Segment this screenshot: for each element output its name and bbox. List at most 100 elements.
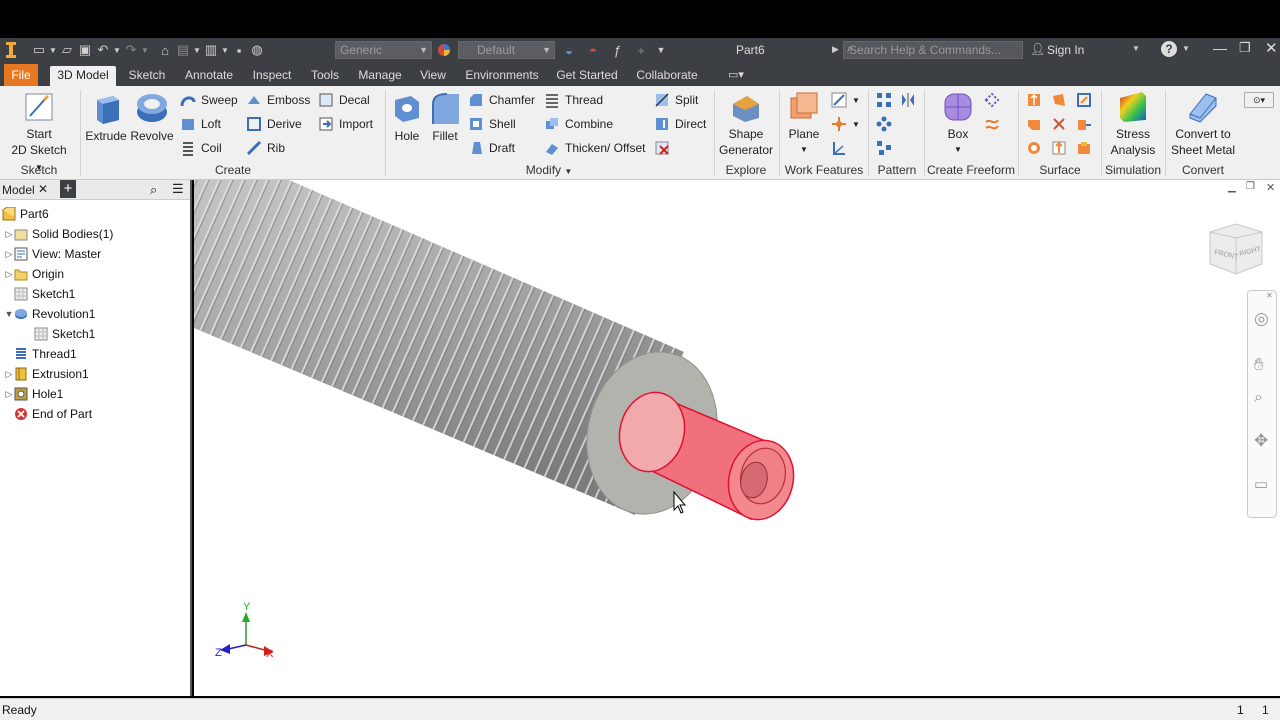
box-freeform-button[interactable]: Box ▼ — [936, 90, 980, 158]
expand-icon[interactable]: ▷ — [4, 229, 14, 240]
tree-item-hole1[interactable]: ▷ Hole1 — [4, 384, 64, 404]
browser-tab-model[interactable]: Model — [2, 183, 35, 197]
tree-item-revolution1[interactable]: ▼ Revolution1 — [4, 304, 96, 324]
close-icon[interactable]: ✕ — [1266, 181, 1275, 194]
help-dropdown-icon[interactable]: ▼ — [1182, 44, 1190, 53]
help-icon[interactable]: ? — [1161, 41, 1177, 57]
panel-label-modify[interactable]: Modify ▼ — [389, 163, 709, 177]
rectangular-pattern-button[interactable] — [876, 90, 892, 110]
edit-freeform-button[interactable] — [984, 114, 1000, 134]
mirror-button[interactable] — [900, 90, 916, 110]
plane-button[interactable]: Plane ▼ — [783, 90, 825, 158]
tab-tools[interactable]: Tools — [304, 66, 346, 86]
expand-icon[interactable]: ▷ — [4, 249, 14, 260]
sketch-pattern-button[interactable] — [876, 138, 892, 158]
appearance-icon[interactable] — [437, 43, 451, 57]
view-cube[interactable]: FRONT RIGHT — [1206, 220, 1266, 280]
search-input[interactable]: ⌕ Search Help & Commands... — [843, 41, 1023, 59]
shapes-icon[interactable]: ▪ — [230, 41, 248, 59]
open-icon[interactable]: ▱ — [58, 41, 76, 59]
revolve-button[interactable]: Revolve — [130, 90, 174, 144]
draft-button[interactable]: Draft — [468, 138, 515, 158]
look-at-icon[interactable]: ▭ — [1254, 475, 1268, 493]
thread-button[interactable]: Thread — [544, 90, 603, 110]
combine-button[interactable]: Combine — [544, 114, 613, 134]
restore-icon[interactable]: ❐ — [1246, 181, 1255, 192]
update-dropdown-icon[interactable]: ▼ — [192, 41, 202, 59]
tab-get-started[interactable]: Get Started — [552, 66, 622, 86]
sign-in-link[interactable]: Sign In — [1047, 43, 1084, 57]
update-icon[interactable]: ▤ — [174, 41, 192, 59]
tab-manage[interactable]: Manage — [354, 66, 406, 86]
select-icon[interactable]: ▥ — [202, 41, 220, 59]
undo-dropdown-icon[interactable]: ▼ — [112, 41, 122, 59]
app-logo-icon[interactable] — [4, 41, 18, 59]
clear-override-icon[interactable]: ◓ — [584, 41, 602, 59]
undo-icon[interactable]: ↶ — [94, 41, 112, 59]
fx-icon[interactable]: ƒ — [608, 41, 626, 59]
point-button[interactable]: ▼ — [831, 114, 860, 134]
loft-button[interactable]: Loft — [180, 114, 221, 134]
decal-button[interactable]: Decal — [318, 90, 370, 110]
trim-button[interactable] — [1051, 114, 1067, 134]
replace-face-button[interactable] — [1051, 138, 1067, 158]
globe-icon[interactable]: ◍ — [248, 41, 266, 59]
sign-in-dropdown-icon[interactable]: ▼ — [1132, 44, 1140, 53]
pan-icon[interactable]: ✋︎ — [1254, 355, 1264, 375]
convert-to-sheet-metal-button[interactable]: Convert to Sheet Metal — [1168, 90, 1238, 158]
redo-dropdown-icon[interactable]: ▼ — [140, 41, 150, 59]
sculpt-button[interactable] — [1076, 90, 1092, 110]
select-dropdown-icon[interactable]: ▼ — [220, 41, 230, 59]
chevron-right-icon[interactable]: ▶ — [832, 44, 839, 55]
add-tab-icon[interactable]: + — [60, 180, 76, 198]
tree-item-sketch1[interactable]: Sketch1 — [14, 284, 75, 304]
plus-icon[interactable]: + — [632, 41, 650, 59]
user-icon[interactable]: 👤︎ — [1030, 42, 1045, 56]
sweep-button[interactable]: Sweep — [180, 90, 238, 110]
axis-button[interactable]: ▼ — [831, 90, 860, 110]
tab-annotate[interactable]: Annotate — [179, 66, 239, 86]
patch-button[interactable] — [1026, 114, 1042, 134]
tab-file[interactable]: File — [4, 64, 38, 86]
close-icon[interactable]: ✕ — [38, 182, 48, 196]
graphics-viewport[interactable]: Y X Z FRONT RIGHT ▁ ❐ ✕ ✕ ◎ ✋︎ ⌕ ✥ ▭ — [194, 180, 1280, 696]
tree-item-part6[interactable]: Part6 — [2, 204, 49, 224]
new-icon[interactable]: ▭ — [30, 41, 48, 59]
close-icon[interactable]: ✕ — [1265, 39, 1278, 57]
derive-button[interactable]: Derive — [246, 114, 302, 134]
emboss-button[interactable]: Emboss — [246, 90, 310, 110]
extend-button[interactable] — [1076, 114, 1092, 134]
collapse-icon[interactable]: ▼ — [4, 309, 14, 319]
thicken-offset-button[interactable]: Thicken/ Offset — [544, 138, 645, 158]
orbit-icon[interactable]: ✥ — [1254, 431, 1268, 451]
stress-analysis-button[interactable]: Stress Analysis — [1104, 90, 1162, 158]
fillet-button[interactable]: Fillet — [426, 90, 464, 144]
repair-bodies-button[interactable] — [1076, 138, 1092, 158]
tree-item-thread1[interactable]: Thread1 — [14, 344, 77, 364]
expand-icon[interactable]: ▷ — [4, 369, 14, 380]
tab-3d-model[interactable]: 3D Model — [50, 66, 116, 86]
ribbon-display-options[interactable]: ⊙▾ — [1244, 92, 1274, 108]
tree-item-end-of-part[interactable]: End of Part — [14, 404, 92, 424]
tab-inspect[interactable]: Inspect — [247, 66, 297, 86]
tree-item-view-master[interactable]: ▷ View: Master — [4, 244, 102, 264]
model-canvas[interactable] — [194, 180, 1280, 696]
adjust-icon[interactable]: ◒ — [560, 41, 578, 59]
restore-icon[interactable]: ❐ — [1239, 40, 1251, 56]
tab-collaborate[interactable]: Collaborate — [630, 66, 704, 86]
zoom-icon[interactable]: ⌕ — [1254, 389, 1263, 407]
shell-button[interactable]: Shell — [468, 114, 516, 134]
material-combo[interactable]: Generic ▼ — [335, 41, 432, 59]
delete-face-button[interactable] — [654, 138, 670, 158]
rib-button[interactable]: Rib — [246, 138, 285, 158]
hole-button[interactable]: Hole — [389, 90, 425, 144]
extrude-button[interactable]: Extrude — [84, 90, 128, 144]
direct-button[interactable]: Direct — [654, 114, 706, 134]
minimize-icon[interactable]: — — [1213, 40, 1227, 56]
save-icon[interactable]: ▣ — [76, 41, 94, 59]
tree-item-origin[interactable]: ▷ Origin — [4, 264, 64, 284]
redo-icon[interactable]: ↷ — [122, 41, 140, 59]
home-icon[interactable]: ⌂ — [156, 41, 174, 59]
thicken-surface-button[interactable] — [1026, 90, 1042, 110]
dropdown-icon[interactable]: ▼ — [48, 41, 58, 59]
